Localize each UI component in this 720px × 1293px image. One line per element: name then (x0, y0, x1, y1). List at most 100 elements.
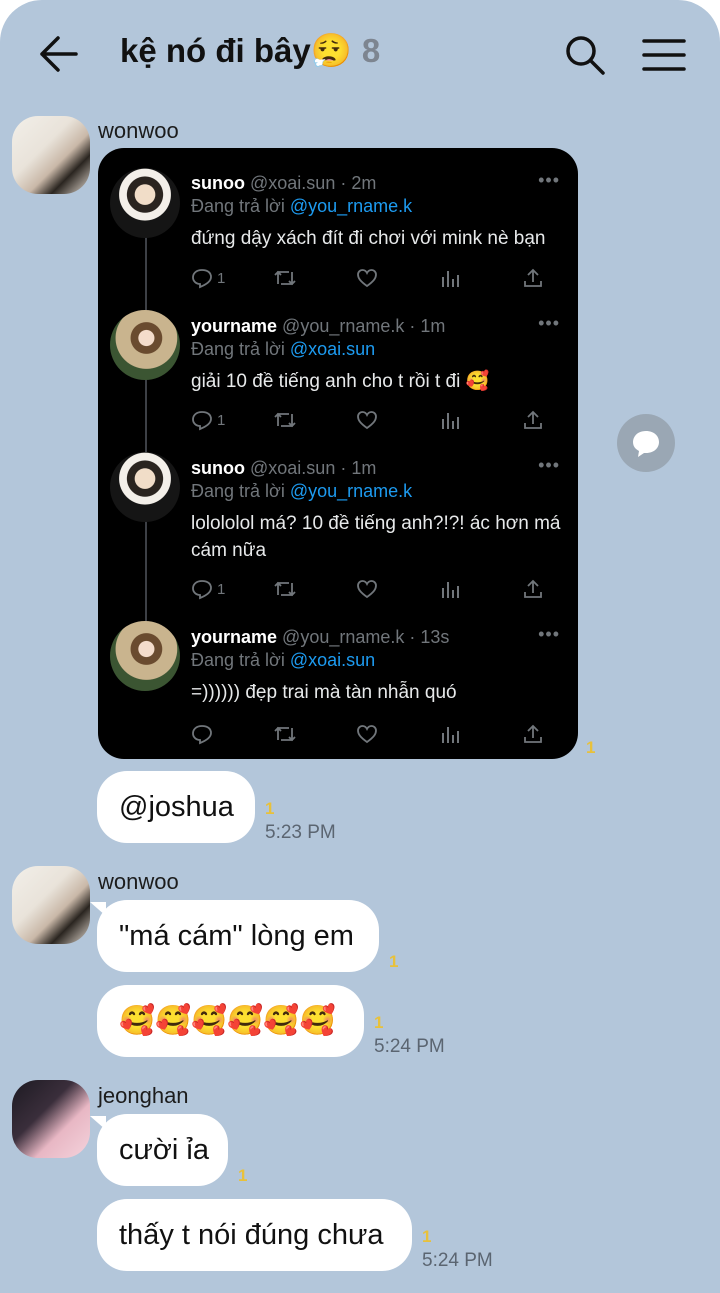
more-icon: ••• (538, 313, 560, 333)
unread-count: 1 (238, 1166, 248, 1185)
like-action (356, 576, 378, 602)
unread-count: 1 (389, 952, 399, 971)
share-upload-icon (524, 579, 542, 598)
unread-count: 1 (586, 738, 596, 757)
unread-count: 1 (265, 799, 275, 818)
tweet-author: sunoo @xoai.sun · 2m (191, 173, 376, 194)
tweet-reply-to: Đang trả lời @you_rname.k (191, 196, 412, 217)
tweet-author: yourname @you_rname.k · 1m (191, 316, 445, 337)
tweet-name: sunoo (191, 173, 245, 193)
tweet-handle: @you_rname.k · 1m (282, 316, 446, 336)
share-action (522, 576, 544, 602)
reply-icon (192, 269, 212, 289)
message-time: 5:24 PM (374, 1036, 445, 1057)
tweet-screenshot-image[interactable]: sunoo @xoai.sun · 2m ••• Đang trả lời @y… (98, 148, 578, 759)
message-bubble[interactable]: cười ỉa (97, 1114, 228, 1186)
hamburger-menu-icon (642, 39, 686, 71)
reply-prefix: Đang trả lời (191, 339, 290, 359)
thread-line (145, 380, 147, 452)
heart-icon (357, 725, 377, 744)
views-action (440, 407, 460, 433)
avatar-wonwoo[interactable] (12, 116, 90, 194)
reply-count: 1 (217, 411, 226, 429)
like-action (356, 721, 378, 747)
like-action (356, 265, 378, 291)
share-action (522, 407, 544, 433)
retweet-icon (274, 726, 296, 742)
retweet-icon (274, 270, 296, 286)
heart-icon (357, 580, 377, 599)
search-icon (566, 36, 605, 75)
reply-action: 1 (191, 265, 225, 291)
views-icon (442, 582, 459, 598)
tweet-handle: @xoai.sun · 2m (250, 173, 377, 193)
share-action (522, 265, 544, 291)
message-bubble[interactable]: "má cám" lòng em (97, 900, 379, 972)
share-upload-icon (524, 410, 542, 429)
chat-screen: kệ nó đi bây😮‍💨 8 wonwoo sunoo @xoai.sun … (0, 0, 720, 1293)
more-icon: ••• (538, 455, 560, 475)
tweet-text: lolololol má? 10 đề tiếng anh?!?! ác hơn… (191, 513, 561, 561)
reply-icon (192, 411, 212, 431)
reply-icon (192, 725, 212, 745)
reply-action (191, 721, 213, 747)
search-button[interactable] (564, 34, 606, 76)
back-arrow-icon (40, 36, 78, 72)
tweet-reply-to: Đang trả lời @xoai.sun (191, 650, 375, 671)
avatar-jeonghan[interactable] (12, 1080, 90, 1158)
menu-button[interactable] (642, 38, 686, 72)
back-button[interactable] (36, 34, 80, 74)
share-button[interactable] (617, 414, 675, 472)
reply-icon (192, 580, 212, 600)
message-bubble[interactable]: 🥰🥰🥰🥰🥰🥰 (97, 985, 364, 1057)
views-icon (442, 413, 459, 429)
more-icon: ••• (538, 170, 560, 190)
heart-icon (357, 269, 377, 288)
chat-header: kệ nó đi bây😮‍💨 8 (0, 0, 720, 108)
unread-count: 1 (374, 1013, 384, 1032)
reply-mention: @xoai.sun (289, 339, 376, 359)
views-action (440, 721, 460, 747)
reply-action: 1 (191, 407, 225, 433)
unread-count: 1 (422, 1227, 432, 1246)
message-bubble[interactable]: thấy t nói đúng chưa (97, 1199, 412, 1271)
chat-title: kệ nó đi bây😮‍💨 8 (120, 32, 380, 71)
share-upload-icon (524, 268, 542, 287)
views-icon (442, 727, 459, 743)
tweet-handle: @xoai.sun · 1m (250, 458, 377, 478)
member-count: 8 (361, 32, 381, 69)
message-time: 5:23 PM (265, 822, 336, 843)
share-upload-icon (524, 724, 542, 743)
reply-action: 1 (191, 576, 225, 602)
sender-name: wonwoo (98, 869, 179, 894)
views-action (440, 576, 460, 602)
tweet-avatar-sunoo (110, 168, 180, 238)
tweet-reply-to: Đang trả lời @you_rname.k (191, 481, 412, 502)
more-icon: ••• (538, 624, 560, 644)
tweet-name: yourname (191, 316, 278, 336)
heart-icon (357, 411, 377, 430)
retweet-action (273, 265, 297, 291)
share-speech-bubble-icon (633, 431, 659, 457)
tweet-avatar-yourname (110, 310, 180, 380)
message-time: 5:24 PM (422, 1250, 493, 1271)
avatar-wonwoo[interactable] (12, 866, 90, 944)
reply-prefix: Đang trả lời (191, 481, 290, 501)
reply-mention: @xoai.sun (289, 650, 376, 670)
retweet-action (273, 721, 297, 747)
tweet-name: sunoo (191, 458, 245, 478)
reply-prefix: Đang trả lời (191, 650, 290, 670)
share-action (522, 721, 544, 747)
title-emoji: 😮‍💨 (310, 32, 352, 69)
tweet-author: yourname @you_rname.k · 13s (191, 627, 449, 648)
tweet-actions (191, 721, 551, 747)
sender-name: jeonghan (98, 1083, 189, 1108)
message-bubble[interactable]: @joshua (97, 771, 255, 843)
retweet-action (273, 407, 297, 433)
retweet-action (273, 576, 297, 602)
tweet-actions: 1 (191, 407, 551, 433)
sender-name: wonwoo (98, 118, 179, 143)
tweet-text: đứng dậy xách đít đi chơi với mink nè bạ… (191, 228, 546, 249)
tweet-actions: 1 (191, 576, 551, 602)
retweet-icon (274, 581, 296, 597)
